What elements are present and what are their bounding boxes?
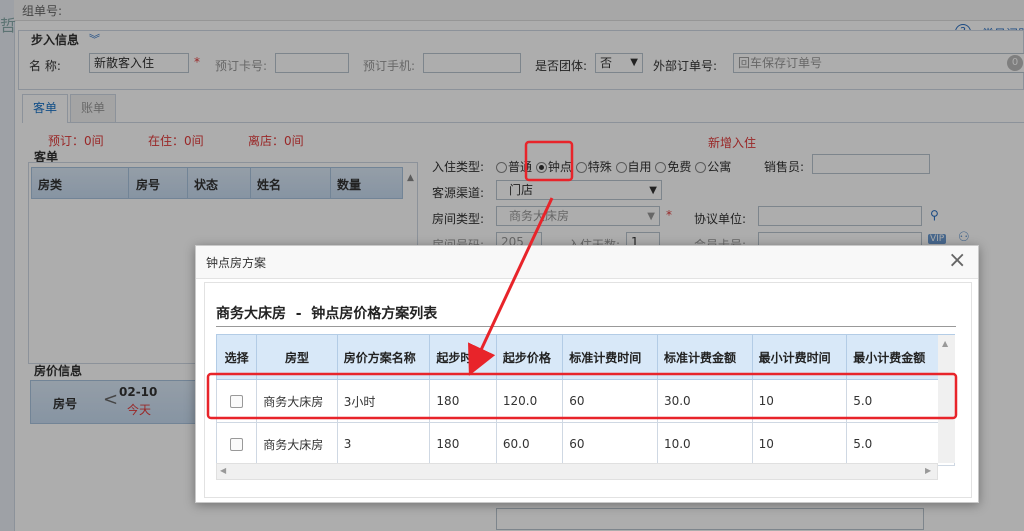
annotation-box-row: [206, 372, 958, 420]
annotation-box-radio: [524, 140, 574, 182]
annotation-layer: [206, 140, 958, 420]
annotation-arrow: [468, 197, 554, 376]
